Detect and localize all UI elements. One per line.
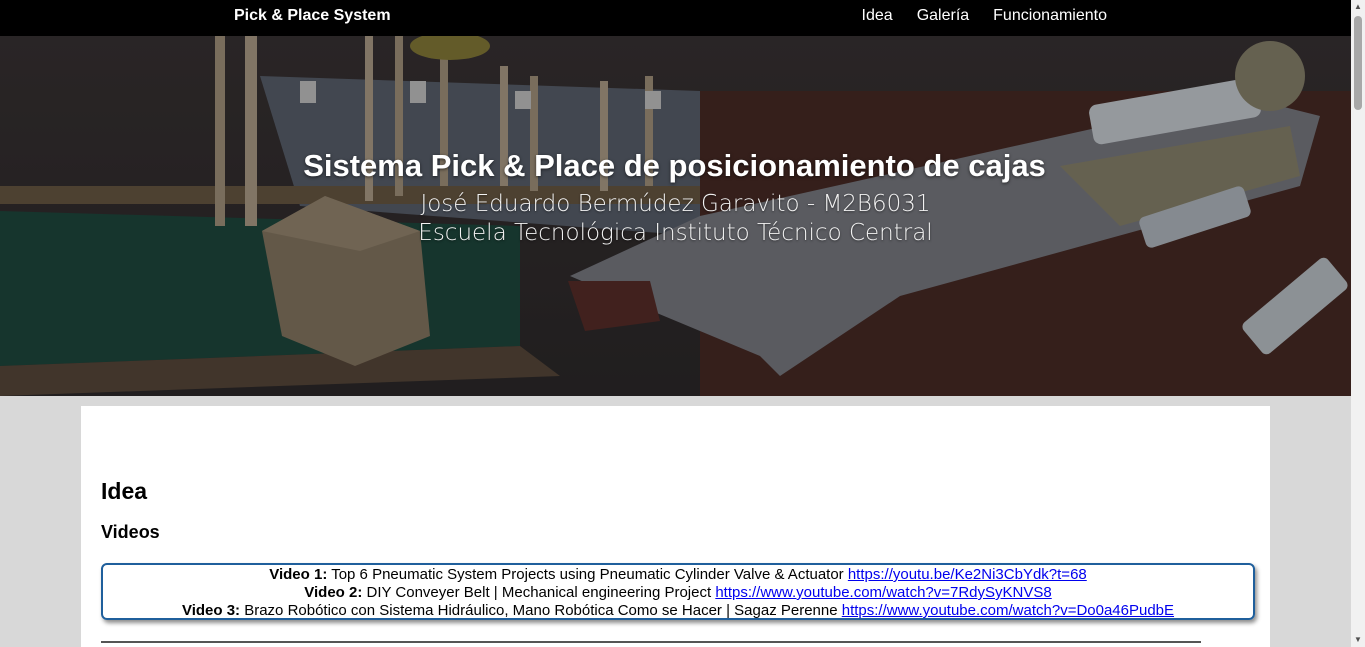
video-label: Video 1: [269, 566, 328, 583]
video-title: Top 6 Pneumatic System Projects using Pn… [327, 566, 848, 583]
video-link[interactable]: https://www.youtube.com/watch?v=Do0a46Pu… [842, 602, 1174, 619]
brand-link[interactable]: Pick & Place System [234, 7, 391, 25]
content-card: Idea Videos Video 1: Top 6 Pneumatic Sys… [81, 406, 1270, 647]
video-item: Video 2: DIY Conveyer Belt | Mechanical … [103, 584, 1253, 602]
scrollbar-thumb[interactable] [1354, 16, 1362, 110]
nav-links: Idea Galería Funcionamiento [838, 7, 1107, 25]
hero-text-block: Sistema Pick & Place de posicionamiento … [0, 148, 1351, 248]
video-item: Video 3: Brazo Robótico con Sistema Hidr… [103, 602, 1253, 620]
video-link[interactable]: https://youtu.be/Ke2Ni3CbYdk?t=68 [848, 566, 1087, 583]
video-list-box: Video 1: Top 6 Pneumatic System Projects… [101, 563, 1255, 620]
hero-author: José Eduardo Bermúdez Garavito - M2B6031 [420, 191, 931, 217]
video-label: Video 2: [304, 584, 363, 601]
hero-banner: Sistema Pick & Place de posicionamiento … [0, 36, 1351, 396]
triangle-up-icon[interactable]: ▲ [1351, 0, 1365, 14]
nav-link-idea[interactable]: Idea [862, 7, 893, 25]
top-navbar: Pick & Place System Idea Galería Funcion… [0, 0, 1351, 36]
section-subheading-videos: Videos [101, 522, 160, 542]
video-label: Video 3: [181, 602, 241, 619]
triangle-down-icon[interactable]: ▼ [1351, 633, 1365, 647]
section-heading-idea: Idea [101, 478, 148, 504]
hero-title: Sistema Pick & Place de posicionamiento … [303, 148, 1046, 183]
video-title: Brazo Robótico con Sistema Hidráulico, M… [240, 602, 842, 619]
idea-paragraph-cutoff [101, 637, 1251, 647]
nav-link-funcionamiento[interactable]: Funcionamiento [993, 7, 1107, 25]
video-title: DIY Conveyer Belt | Mechanical engineeri… [362, 584, 716, 601]
page-scrollbar[interactable]: ▲ ▼ [1351, 0, 1365, 647]
paragraph-text-fragment [101, 641, 1201, 643]
hero-institution: Escuela Tecnológica Instituto Técnico Ce… [418, 220, 933, 246]
nav-link-galeria[interactable]: Galería [917, 7, 969, 25]
video-link[interactable]: https://www.youtube.com/watch?v=7RdySyKN… [715, 584, 1051, 601]
video-item: Video 1: Top 6 Pneumatic System Projects… [103, 566, 1253, 584]
